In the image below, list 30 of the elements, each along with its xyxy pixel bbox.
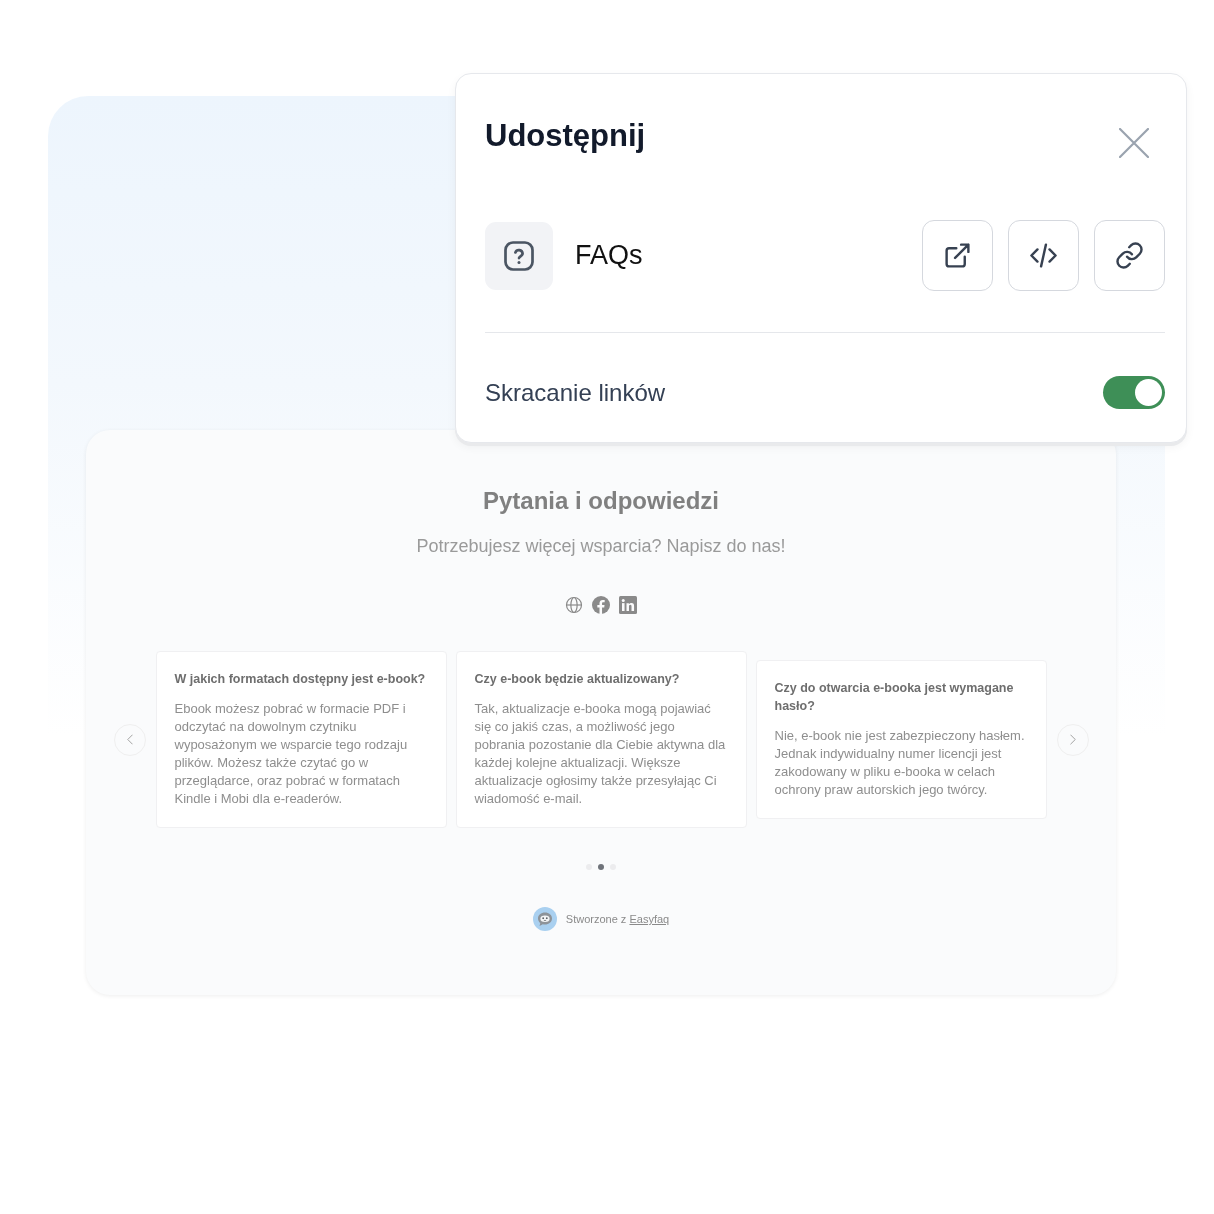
page-dot[interactable] xyxy=(598,864,604,870)
facebook-icon[interactable] xyxy=(592,596,610,614)
globe-icon[interactable] xyxy=(565,596,583,614)
faq-title: Pytania i odpowiedzi xyxy=(483,486,719,516)
faq-question: Czy do otwarcia e-booka jest wymagane hasło? xyxy=(774,680,1015,715)
credit-link[interactable]: Easyfaq xyxy=(629,913,670,925)
faq-question: W jakich formatach dostępny jest e-book? xyxy=(174,671,427,688)
chevron-left-icon xyxy=(126,734,133,745)
link-icon xyxy=(1115,241,1144,270)
code-icon xyxy=(1029,241,1058,270)
open-external-button[interactable] xyxy=(922,220,993,291)
faq-answer: Nie, e-book nie jest zabezpieczony hasłem. Jednak indywidualny numer licencji jest zakodowany w pliku e-booka w celach ochrony praw autorskich jego twórcy. xyxy=(774,727,1026,799)
close-button[interactable] xyxy=(1119,128,1149,158)
faq-answer: Ebook możesz pobrać w formacie PDF i odczytać na dowolnym czytniku wyposażonym we wsparcie tego rodzaju plików. Możesz także czytać go w przeglądarce, oraz pobrać w formatach Kindle i Mobi dla e-readerów. xyxy=(174,700,409,808)
mascot-logo-icon xyxy=(532,907,557,931)
close-icon xyxy=(1119,128,1149,158)
external-link-icon xyxy=(943,241,972,270)
dialog-title: Udostępnij xyxy=(485,118,646,154)
setting-label: Skracanie linków xyxy=(485,378,666,407)
embed-code-button[interactable] xyxy=(1008,220,1079,291)
item-label: FAQs xyxy=(575,240,644,271)
chevron-right-icon xyxy=(1069,734,1076,745)
faq-answer: Tak, aktualizacje e-booka mogą pojawiać się co jakiś czas, a możliwość jego pobrania pozostanie dla Ciebie aktywna dla każdej kolejne aktualizacji. Większe aktualizacje ogłosimy także przesyłając Ci wiadomość e-mail. xyxy=(474,700,727,808)
footer-credit: Stworzone z Easyfaq xyxy=(565,912,670,926)
copy-link-button[interactable] xyxy=(1094,220,1165,291)
linkedin-icon[interactable] xyxy=(619,596,637,614)
toggle-switch[interactable] xyxy=(1103,376,1165,409)
faq-subtitle: Potrzebujesz więcej wsparcia? Napisz do nas! xyxy=(416,535,786,557)
faq-question: Czy e-book będzie aktualizowany? xyxy=(474,671,681,688)
question-icon xyxy=(485,221,553,290)
